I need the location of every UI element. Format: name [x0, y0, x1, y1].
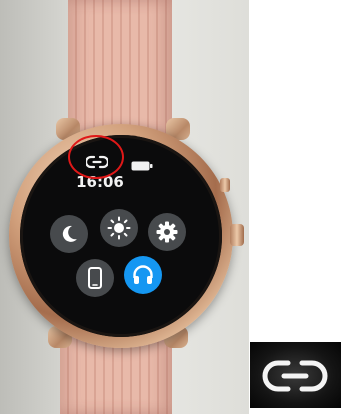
headphones-icon: [133, 265, 153, 284]
sun-icon: [107, 216, 131, 240]
watch-photo: 16:06: [0, 0, 249, 414]
phone-icon: [88, 267, 102, 289]
gear-icon: [156, 221, 178, 243]
highlight-annotation-circle: [68, 135, 124, 179]
watch-crown[interactable]: [230, 224, 244, 246]
link-icon: [262, 360, 328, 392]
zoom-inset: [250, 342, 341, 408]
audio-button[interactable]: [124, 256, 162, 294]
battery-icon: [131, 161, 153, 171]
moon-icon: [62, 225, 77, 242]
watch-strap-top: [68, 0, 172, 135]
settings-button[interactable]: [148, 213, 186, 251]
do-not-disturb-button[interactable]: [50, 215, 88, 253]
watch-pusher-button[interactable]: [220, 178, 230, 192]
find-phone-button[interactable]: [76, 259, 114, 297]
brightness-button[interactable]: [100, 209, 138, 247]
